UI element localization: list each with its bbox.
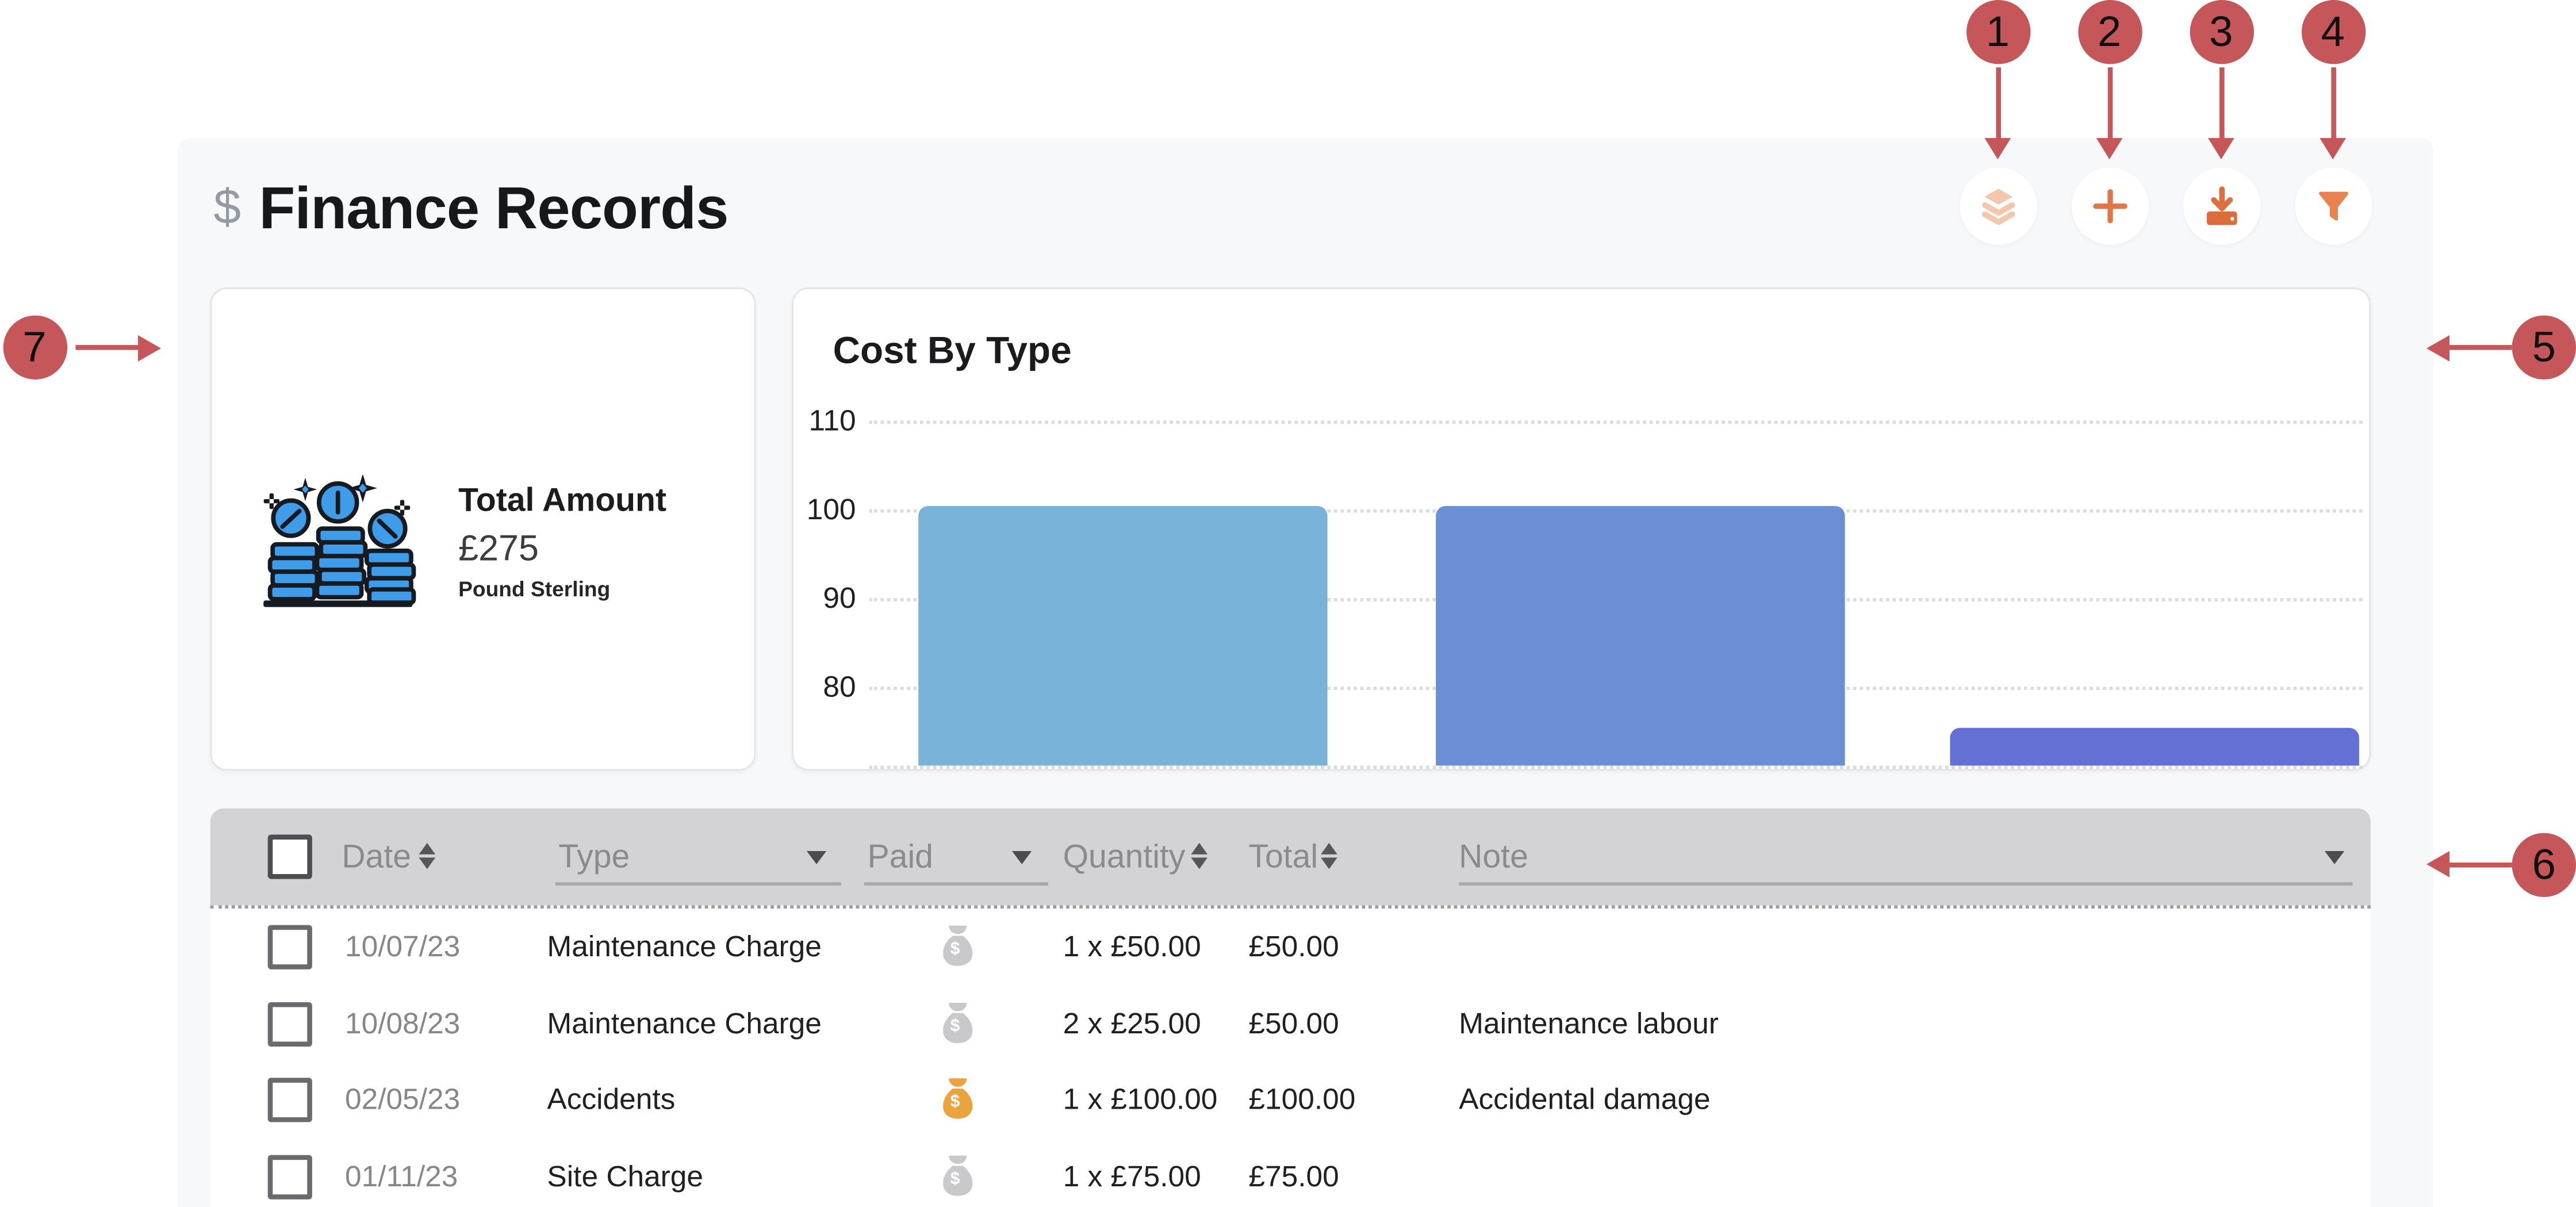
callout-1-arrow [1995, 67, 2000, 140]
callout-7-arrow [75, 345, 138, 350]
ytick-110: 110 [793, 403, 856, 439]
table-row[interactable]: 10/07/23 Maintenance Charge $ 1 x £50.00… [210, 909, 2371, 987]
add-record-button[interactable] [2071, 167, 2148, 244]
funnel-icon [2311, 184, 2355, 228]
header-dropdown-icon[interactable] [2325, 851, 2344, 864]
callout-7: 7 [2, 316, 66, 380]
cell-type: Maintenance Charge [547, 985, 821, 1062]
cell-type: Site Charge [547, 1138, 703, 1207]
cell-total: £100.00 [1248, 1062, 1355, 1138]
callout-1-arrowhead [1984, 138, 2011, 159]
callout-3-arrow [2219, 67, 2224, 140]
callout-4-arrowhead [2320, 138, 2346, 159]
cell-date: 10/07/23 [345, 909, 460, 985]
callout-6-arrowhead [2426, 851, 2450, 878]
row-checkbox[interactable] [268, 1078, 312, 1122]
download-icon [2199, 184, 2243, 228]
paid-filter-input[interactable] [864, 882, 1048, 886]
row-checkbox[interactable] [268, 925, 312, 970]
svg-text:$: $ [950, 1168, 960, 1187]
cell-date: 02/05/23 [345, 1062, 460, 1138]
filter-button[interactable] [2294, 167, 2371, 244]
callout-4-arrow [2330, 67, 2336, 140]
coins-illustration-icon [259, 475, 419, 619]
cell-total: £50.00 [1248, 985, 1339, 1062]
page-header: $ Finance Records [213, 164, 728, 253]
table-row[interactable]: 01/11/23 Site Charge $ 1 x £75.00 £75.00 [210, 1138, 2371, 1207]
money-bag-icon: $ [940, 924, 976, 970]
type-dropdown-icon[interactable] [807, 851, 826, 864]
callout-2-arrow [2107, 67, 2112, 140]
cell-quantity: 1 x £100.00 [1063, 1062, 1218, 1138]
callout-3: 3 [2189, 0, 2253, 64]
callout-2-arrowhead [2096, 138, 2123, 159]
column-note: Note [1459, 836, 1528, 879]
table-row[interactable]: 10/08/23 Maintenance Charge $ 2 x £25.00… [210, 985, 2371, 1063]
type-filter-input[interactable] [555, 882, 841, 886]
callout-5-arrowhead [2426, 334, 2450, 361]
table-header: Date Type Paid Quantity Total Note [210, 809, 2371, 906]
total-amount-currency: Pound Sterling [458, 573, 666, 604]
callout-4: 4 [2301, 0, 2364, 64]
sort-date-icon[interactable] [419, 843, 436, 869]
layers-icon [1976, 184, 2020, 228]
money-bag-icon: $ [940, 1152, 976, 1198]
total-amount-value: £275 [458, 524, 666, 573]
money-bag-icon: $ [940, 1076, 976, 1122]
column-type: Type [558, 836, 630, 879]
ytick-90: 90 [793, 580, 856, 616]
cell-quantity: 1 x £75.00 [1063, 1138, 1201, 1207]
plus-icon [2087, 184, 2132, 228]
cell-note: Maintenance labour [1459, 985, 1719, 1062]
table-row[interactable]: 02/05/23 Accidents $ 1 x £100.00 £100.00… [210, 1062, 2371, 1140]
bars-area [869, 289, 2362, 766]
callout-1: 1 [1966, 0, 2030, 64]
callout-5: 5 [2512, 316, 2576, 380]
callout-3-arrowhead [2208, 138, 2234, 159]
cell-quantity: 1 x £50.00 [1063, 909, 1201, 985]
download-button[interactable] [2183, 167, 2260, 244]
cell-type: Maintenance Charge [547, 909, 821, 985]
cell-note: Accidental damage [1459, 1062, 1710, 1138]
column-total: Total [1248, 836, 1318, 879]
callout-2: 2 [2077, 0, 2141, 64]
page-title: Finance Records [259, 174, 729, 243]
cell-total: £75.00 [1248, 1138, 1339, 1207]
bar-2 [1436, 506, 1845, 765]
cell-date: 01/11/23 [345, 1138, 458, 1207]
cell-quantity: 2 x £25.00 [1063, 985, 1201, 1062]
group-button[interactable] [1959, 167, 2036, 244]
money-bag-icon: $ [940, 1000, 976, 1046]
finance-records-screen: $ Finance Records [0, 0, 2576, 1207]
note-filter-input[interactable] [1459, 882, 2352, 886]
column-date: Date [342, 836, 411, 879]
sort-quantity-icon[interactable] [1191, 843, 1208, 869]
currency-dollar-icon: $ [213, 181, 241, 236]
ytick-100: 100 [793, 491, 856, 527]
callout-7-arrowhead [138, 334, 161, 361]
paid-dropdown-icon[interactable] [1012, 851, 1032, 864]
row-checkbox[interactable] [268, 1154, 312, 1198]
svg-text:$: $ [950, 1092, 960, 1111]
callout-6: 6 [2512, 832, 2576, 896]
callout-5-arrow [2450, 345, 2512, 350]
total-amount-card: Total Amount £275 Pound Sterling [210, 288, 756, 771]
select-all-checkbox[interactable] [268, 834, 312, 879]
cell-date: 10/08/23 [345, 985, 460, 1062]
ytick-80: 80 [793, 669, 856, 705]
bar-1 [918, 506, 1327, 765]
row-checkbox[interactable] [268, 1001, 312, 1045]
sort-total-icon[interactable] [1321, 843, 1337, 869]
svg-text:$: $ [950, 1016, 960, 1034]
column-paid: Paid [868, 836, 933, 879]
bar-3 [1950, 728, 2359, 766]
cell-total: £50.00 [1248, 909, 1339, 985]
total-amount-label: Total Amount [458, 480, 666, 524]
cell-type: Accidents [547, 1062, 675, 1138]
callout-6-arrow [2450, 862, 2512, 867]
chart-baseline [869, 765, 2362, 769]
column-quantity: Quantity [1063, 836, 1186, 879]
cost-by-type-chart-card: Cost By Type 110 100 90 80 [792, 288, 2371, 771]
svg-text:$: $ [950, 939, 960, 958]
